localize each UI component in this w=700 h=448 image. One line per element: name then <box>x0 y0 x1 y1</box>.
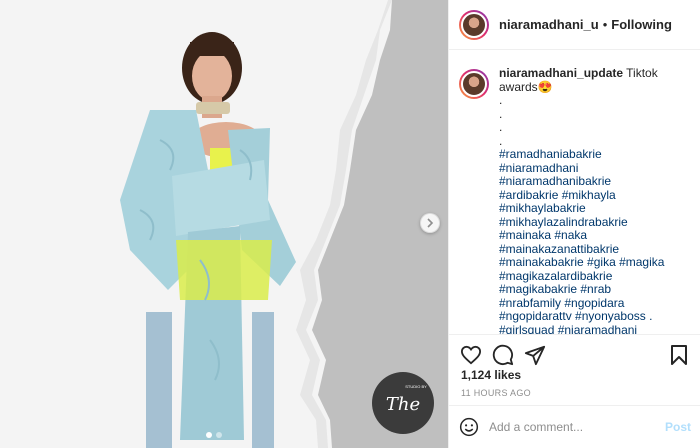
studio-watermark-logo: The STUDIO BY <box>372 372 434 434</box>
post-header: niaramadhani_u • Following <box>449 0 700 50</box>
hashtag-line[interactable]: #mainaka #naka <box>499 228 689 243</box>
comment-input[interactable] <box>489 420 665 434</box>
post-comment-button[interactable]: Post <box>665 420 691 434</box>
svg-text:STUDIO BY: STUDIO BY <box>405 384 427 389</box>
comment-bar: Post <box>449 405 700 448</box>
hashtag-line[interactable]: #niaramadhanibakrie <box>499 174 689 189</box>
hashtag-line[interactable]: #ngopidarattv #nyonyaboss . <box>499 309 689 324</box>
like-button[interactable] <box>459 343 483 367</box>
hashtag-line[interactable]: #nrabfamily #ngopidara <box>499 296 689 311</box>
author-username[interactable]: niaramadhani_u <box>499 17 599 32</box>
hashtag-line[interactable]: #girlsquad #niaramadhani <box>499 323 689 334</box>
hashtag-line[interactable]: #ardibakrie #mikhayla <box>499 188 689 203</box>
hashtag-line[interactable]: #mikhaylazalindrabakrie <box>499 215 689 230</box>
bookmark-icon <box>671 344 687 365</box>
comment-button[interactable] <box>491 343 515 367</box>
watermark-logo-graphic: The STUDIO BY <box>386 384 427 415</box>
share-icon <box>524 345 546 365</box>
heart-icon <box>460 345 482 364</box>
caption-line: . <box>499 120 503 134</box>
hashtag-line[interactable]: #mainakazanattibakrie <box>499 242 689 257</box>
hashtag-line[interactable]: #mikhaylabakrie <box>499 201 689 216</box>
post-timestamp[interactable]: 11 HOURS AGO <box>461 388 531 398</box>
post-image[interactable]: The STUDIO BY <box>0 0 448 448</box>
author-avatar[interactable] <box>459 9 489 40</box>
hashtag-line[interactable]: #mainakabakrie #gika #magika <box>499 255 689 270</box>
post-details-panel: niaramadhani_u • Following niaramadhani_… <box>448 0 700 448</box>
hashtag-line[interactable]: #magikazalardibakrie <box>499 269 689 284</box>
hashtag-line[interactable]: #magikabakrie #nrab <box>499 282 689 297</box>
separator-dot: • <box>602 17 608 32</box>
chevron-right-icon <box>427 218 434 228</box>
caption-line: . <box>499 106 503 121</box>
caption-line: . <box>499 133 503 148</box>
carousel-indicators <box>206 432 222 438</box>
following-button[interactable]: Following <box>611 17 672 32</box>
hashtag-line[interactable]: #niaramadhani <box>499 161 689 176</box>
likes-count[interactable]: 1,124 likes <box>461 368 521 382</box>
next-image-button[interactable] <box>420 213 440 233</box>
carousel-dot <box>206 432 212 438</box>
share-button[interactable] <box>523 343 547 367</box>
caption-avatar[interactable] <box>459 69 489 99</box>
caption-text: niaramadhani_update Tiktok awards😍 . . .… <box>499 66 689 334</box>
comment-icon <box>492 344 514 365</box>
hashtag-line[interactable]: #ramadhaniabakrie <box>499 147 689 162</box>
save-button[interactable] <box>667 343 691 367</box>
caption-username[interactable]: niaramadhani_update <box>499 66 623 80</box>
carousel-dot <box>216 432 222 438</box>
emoji-icon[interactable] <box>459 417 479 437</box>
caption-area: niaramadhani_update Tiktok awards😍 . . .… <box>449 51 700 334</box>
caption-line: . <box>499 93 503 107</box>
svg-text:The: The <box>386 394 420 415</box>
